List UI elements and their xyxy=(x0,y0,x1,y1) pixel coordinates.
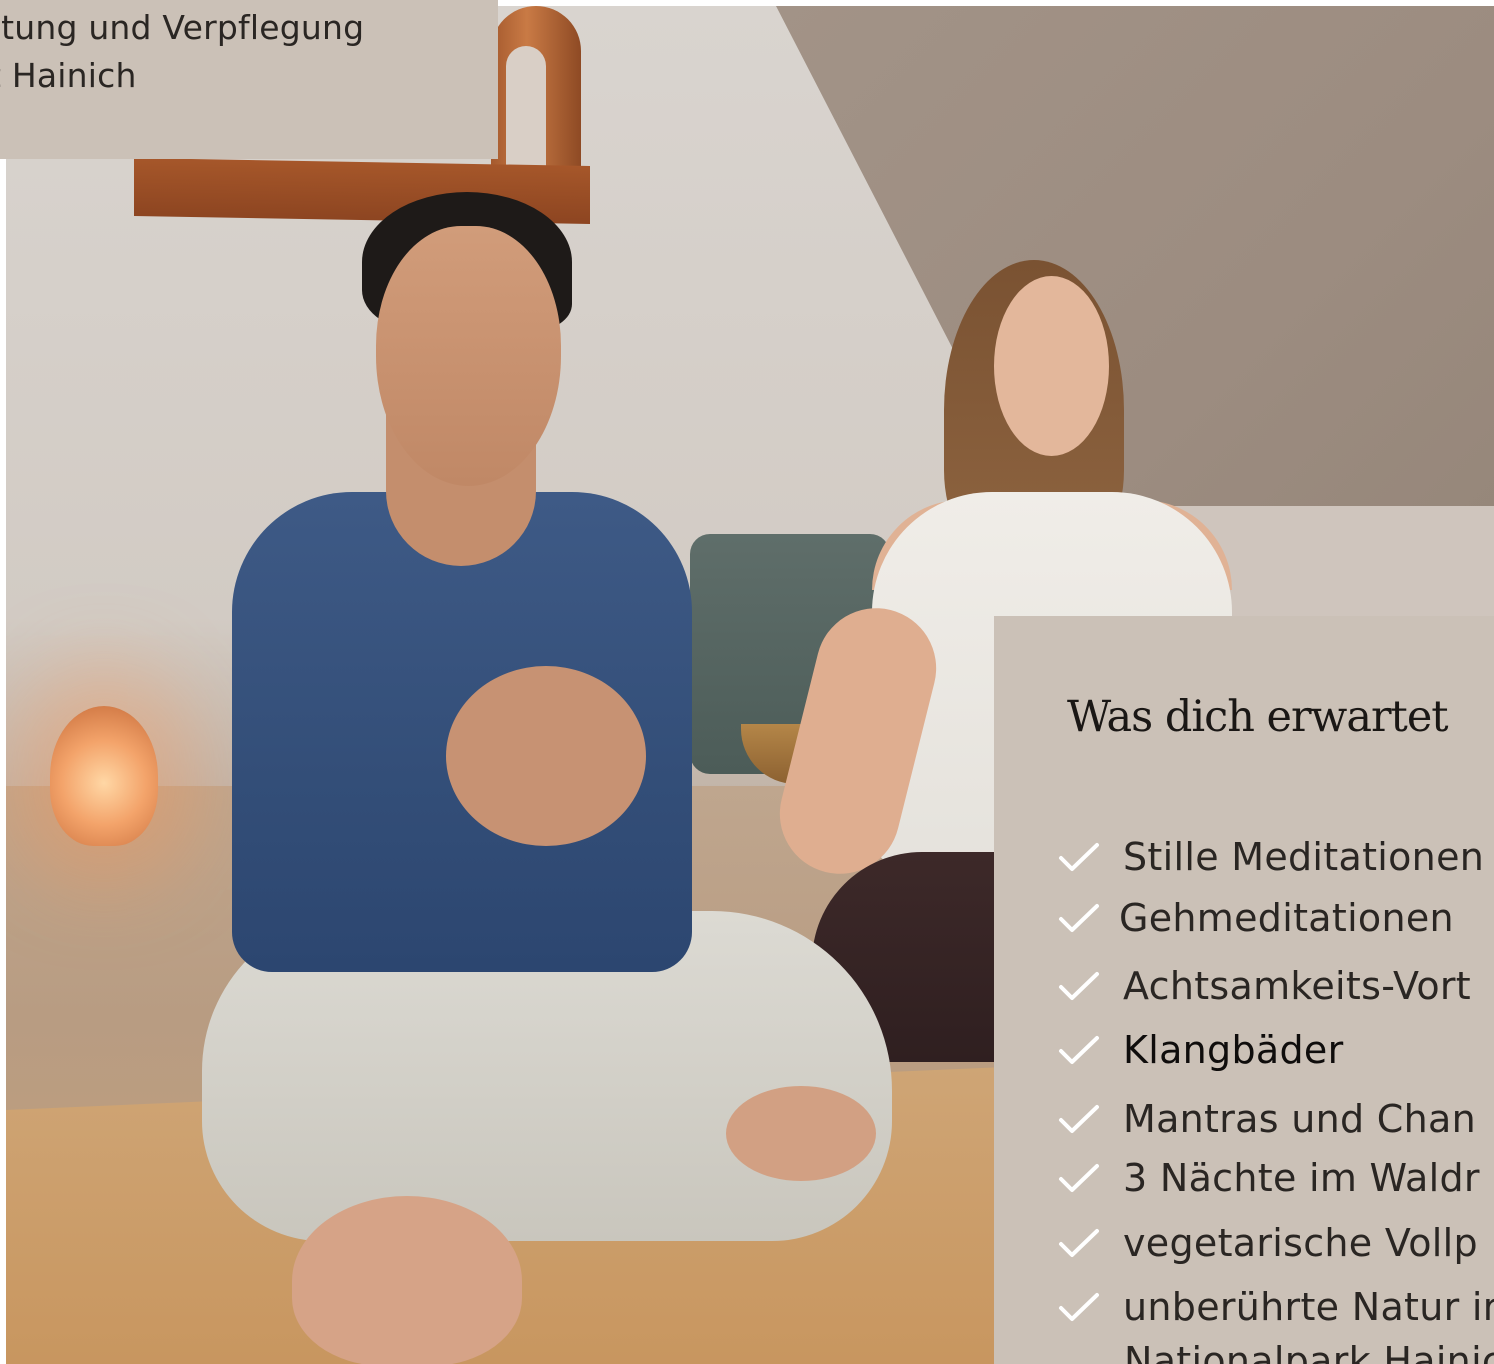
list-item-label: Achtsamkeits-Vort xyxy=(1123,964,1471,1008)
list-item: 3 Nächte im Waldr xyxy=(1058,1148,1480,1208)
info-card: htung und Verpflegung t Hainich xyxy=(0,0,498,159)
check-icon xyxy=(1058,1163,1100,1193)
list-item: Achtsamkeits-Vort xyxy=(1058,956,1471,1016)
check-icon xyxy=(1058,1035,1100,1065)
check-icon xyxy=(1058,1104,1100,1134)
list-item-label: Mantras und Chan xyxy=(1123,1097,1476,1141)
info-card-line-2: t Hainich xyxy=(0,56,137,95)
list-item-label: vegetarische Vollp xyxy=(1123,1221,1478,1265)
list-item-continuation: Nationalpark Hainic xyxy=(1124,1339,1494,1364)
list-item-label: Gehmeditationen xyxy=(1119,896,1454,940)
info-card-line-1: htung und Verpflegung xyxy=(0,8,365,47)
list-item: Stille Meditationen xyxy=(1058,827,1484,887)
expect-panel: Was dich erwartet Stille Meditationen Ge… xyxy=(994,616,1494,1364)
list-item-label: Stille Meditationen xyxy=(1123,835,1485,879)
list-item: Klangbäder xyxy=(1058,1020,1344,1080)
photo-woman-face xyxy=(994,276,1109,456)
list-item: unberührte Natur ir xyxy=(1058,1277,1494,1337)
expect-heading: Was dich erwartet xyxy=(1067,692,1449,742)
photo-man-feet xyxy=(292,1196,522,1364)
list-item-label: 3 Nächte im Waldr xyxy=(1123,1156,1480,1200)
photo-man-hands xyxy=(446,666,646,846)
check-icon xyxy=(1058,1228,1100,1258)
list-item: vegetarische Vollp xyxy=(1058,1213,1478,1273)
list-item: Mantras und Chan xyxy=(1058,1089,1476,1149)
list-item-label: Klangbäder xyxy=(1123,1028,1344,1072)
photo-ceiling xyxy=(776,6,1494,566)
check-icon xyxy=(1058,1292,1100,1322)
list-item-label: unberührte Natur ir xyxy=(1123,1285,1494,1329)
photo-man-face xyxy=(376,226,561,486)
check-icon xyxy=(1058,842,1100,872)
photo-salt-lamp xyxy=(50,706,158,846)
check-icon xyxy=(1058,903,1100,933)
list-item: Gehmeditationen xyxy=(1058,888,1454,948)
mat-logo: muvoo xyxy=(6,1236,20,1364)
photo-man-foot xyxy=(726,1086,876,1181)
check-icon xyxy=(1058,971,1100,1001)
page: muvoo htung und Verpflegung t Hainich Wa… xyxy=(0,0,1494,1364)
